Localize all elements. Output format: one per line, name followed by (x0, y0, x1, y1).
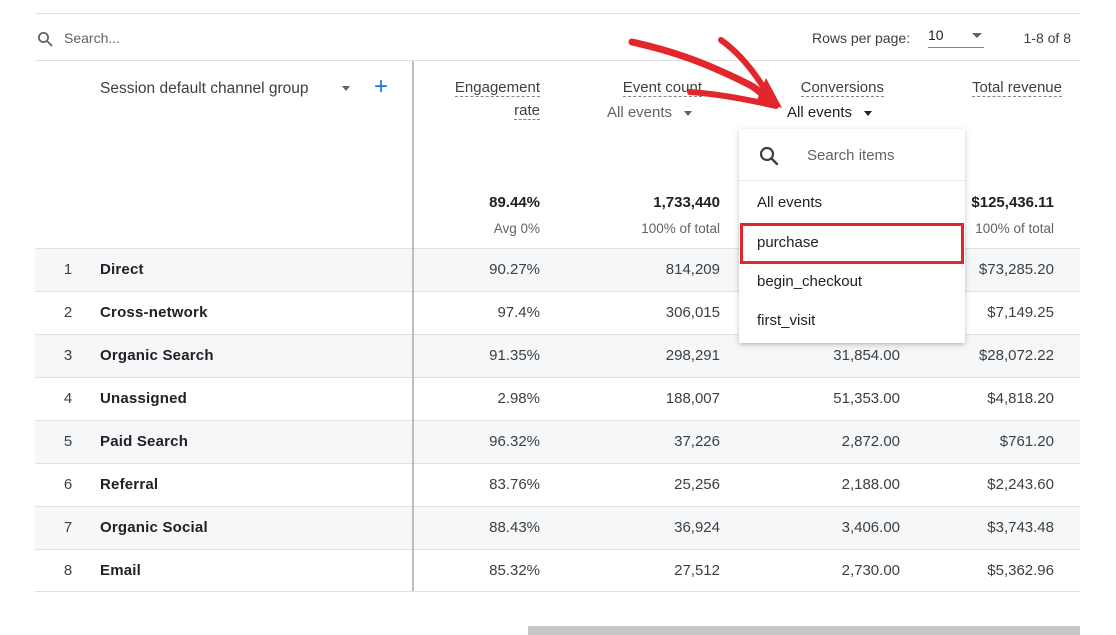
table-row[interactable]: 7 Organic Social 88.43% 36,924 3,406.00 … (35, 506, 1080, 549)
total-event-sub: 100% of total (641, 221, 720, 236)
search-input[interactable]: Search... (64, 30, 120, 46)
dropdown-item-all-events[interactable]: All events (739, 184, 965, 222)
row-conversions: 3,406.00 (841, 519, 900, 536)
column-header-total-revenue[interactable]: Total revenue (971, 76, 1062, 99)
column-header-label: Engagement (454, 79, 540, 97)
dropdown-item-label: purchase (757, 234, 819, 251)
rows-per-page-label: Rows per page: (812, 30, 911, 46)
total-revenue-sub: 100% of total (975, 221, 1054, 236)
row-index: 4 (63, 390, 73, 407)
total-engagement-rate: 89.44% (489, 194, 540, 211)
row-channel: Paid Search (100, 433, 189, 450)
row-engagement-rate: 91.35% (489, 347, 540, 364)
row-channel: Direct (100, 261, 144, 278)
column-divider (412, 61, 414, 591)
row-index: 3 (63, 347, 73, 364)
conversions-event-dropdown: Search items All events purchase begin_c… (739, 129, 965, 343)
table-row[interactable]: 5 Paid Search 96.32% 37,226 2,872.00 $76… (35, 420, 1080, 463)
row-index: 7 (63, 519, 73, 536)
total-engagement-sub: Avg 0% (493, 221, 540, 236)
table-row[interactable]: 6 Referral 83.76% 25,256 2,188.00 $2,243… (35, 463, 1080, 506)
row-channel: Email (100, 562, 142, 579)
caret-down-icon (684, 110, 693, 116)
row-revenue: $4,818.20 (987, 390, 1054, 407)
row-channel: Referral (100, 476, 159, 493)
row-index: 5 (63, 433, 73, 450)
dropdown-item-label: first_visit (757, 312, 816, 329)
row-index: 1 (63, 261, 73, 278)
dropdown-item-first-visit[interactable]: first_visit (739, 302, 965, 340)
row-revenue: $5,362.96 (987, 562, 1054, 579)
search-icon (759, 146, 779, 166)
dropdown-item-label: begin_checkout (757, 273, 863, 290)
row-engagement-rate: 97.4% (497, 304, 540, 321)
row-event-count: 814,209 (665, 261, 720, 278)
search-icon (38, 32, 53, 47)
row-channel: Cross-network (100, 304, 208, 321)
dropdown-search[interactable]: Search items (739, 129, 965, 181)
row-event-count: 188,007 (665, 390, 720, 407)
row-event-count: 25,256 (674, 476, 720, 493)
rows-per-page-select[interactable]: 10 (928, 26, 984, 48)
row-conversions: 2,188.00 (841, 476, 900, 493)
row-index: 8 (63, 562, 73, 579)
row-event-count: 298,291 (665, 347, 720, 364)
row-index: 6 (63, 476, 73, 493)
event-count-filter[interactable]: All events (607, 104, 693, 121)
conversions-filter[interactable]: All events (787, 104, 873, 121)
table-row[interactable]: 8 Email 85.32% 27,512 2,730.00 $5,362.96 (35, 549, 1080, 592)
row-channel: Organic Social (100, 519, 208, 536)
row-conversions: 2,730.00 (841, 562, 900, 579)
dropdown-item-purchase[interactable]: purchase (739, 224, 965, 262)
row-engagement-rate: 90.27% (489, 261, 540, 278)
column-header-label: Conversions (800, 79, 884, 97)
dropdown-search-input[interactable]: Search items (807, 147, 895, 164)
row-revenue: $2,243.60 (987, 476, 1054, 493)
row-event-count: 306,015 (665, 304, 720, 321)
caret-down-icon[interactable] (342, 86, 350, 91)
caret-down-icon (864, 110, 873, 116)
row-engagement-rate: 85.32% (489, 562, 540, 579)
table-toolbar: Search... Rows per page: 10 1-8 of 8 (35, 14, 1080, 61)
row-channel: Unassigned (100, 390, 188, 407)
row-channel: Organic Search (100, 347, 214, 364)
table-row[interactable]: 4 Unassigned 2.98% 188,007 51,353.00 $4,… (35, 377, 1080, 420)
caret-down-icon (972, 33, 982, 38)
column-header-event-count[interactable]: Event count (622, 76, 702, 99)
column-header-label: rate (514, 102, 540, 120)
row-revenue: $28,072.22 (978, 347, 1054, 364)
row-engagement-rate: 96.32% (489, 433, 540, 450)
column-header-conversions[interactable]: Conversions (800, 76, 884, 99)
row-event-count: 37,226 (674, 433, 720, 450)
rows-per-page-value: 10 (928, 27, 944, 43)
row-event-count: 36,924 (674, 519, 720, 536)
event-count-filter-label: All events (607, 104, 673, 121)
row-conversions: 31,854.00 (833, 347, 900, 364)
total-event-count: 1,733,440 (653, 194, 720, 211)
add-dimension-button[interactable]: + (371, 75, 391, 99)
dimension-selector[interactable]: Session default channel group (100, 80, 309, 98)
column-header-label: Total revenue (971, 79, 1062, 97)
row-index: 2 (63, 304, 73, 321)
row-engagement-rate: 83.76% (489, 476, 540, 493)
pagination-status: 1-8 of 8 (1023, 30, 1071, 46)
column-header-label: Event count (622, 79, 702, 97)
dropdown-item-label: All events (757, 194, 823, 211)
total-revenue: $125,436.11 (971, 194, 1054, 211)
row-revenue: $761.20 (999, 433, 1054, 450)
dropdown-item-begin-checkout[interactable]: begin_checkout (739, 263, 965, 301)
row-conversions: 2,872.00 (841, 433, 900, 450)
row-revenue: $7,149.25 (987, 304, 1054, 321)
conversions-filter-label: All events (787, 104, 853, 121)
row-engagement-rate: 88.43% (489, 519, 540, 536)
horizontal-scrollbar[interactable] (528, 626, 1080, 635)
row-revenue: $73,285.20 (978, 261, 1054, 278)
row-conversions: 51,353.00 (833, 390, 900, 407)
row-engagement-rate: 2.98% (497, 390, 540, 407)
row-event-count: 27,512 (674, 562, 720, 579)
column-header-engagement-rate[interactable]: Engagement rate (454, 76, 540, 122)
row-revenue: $3,743.48 (987, 519, 1054, 536)
